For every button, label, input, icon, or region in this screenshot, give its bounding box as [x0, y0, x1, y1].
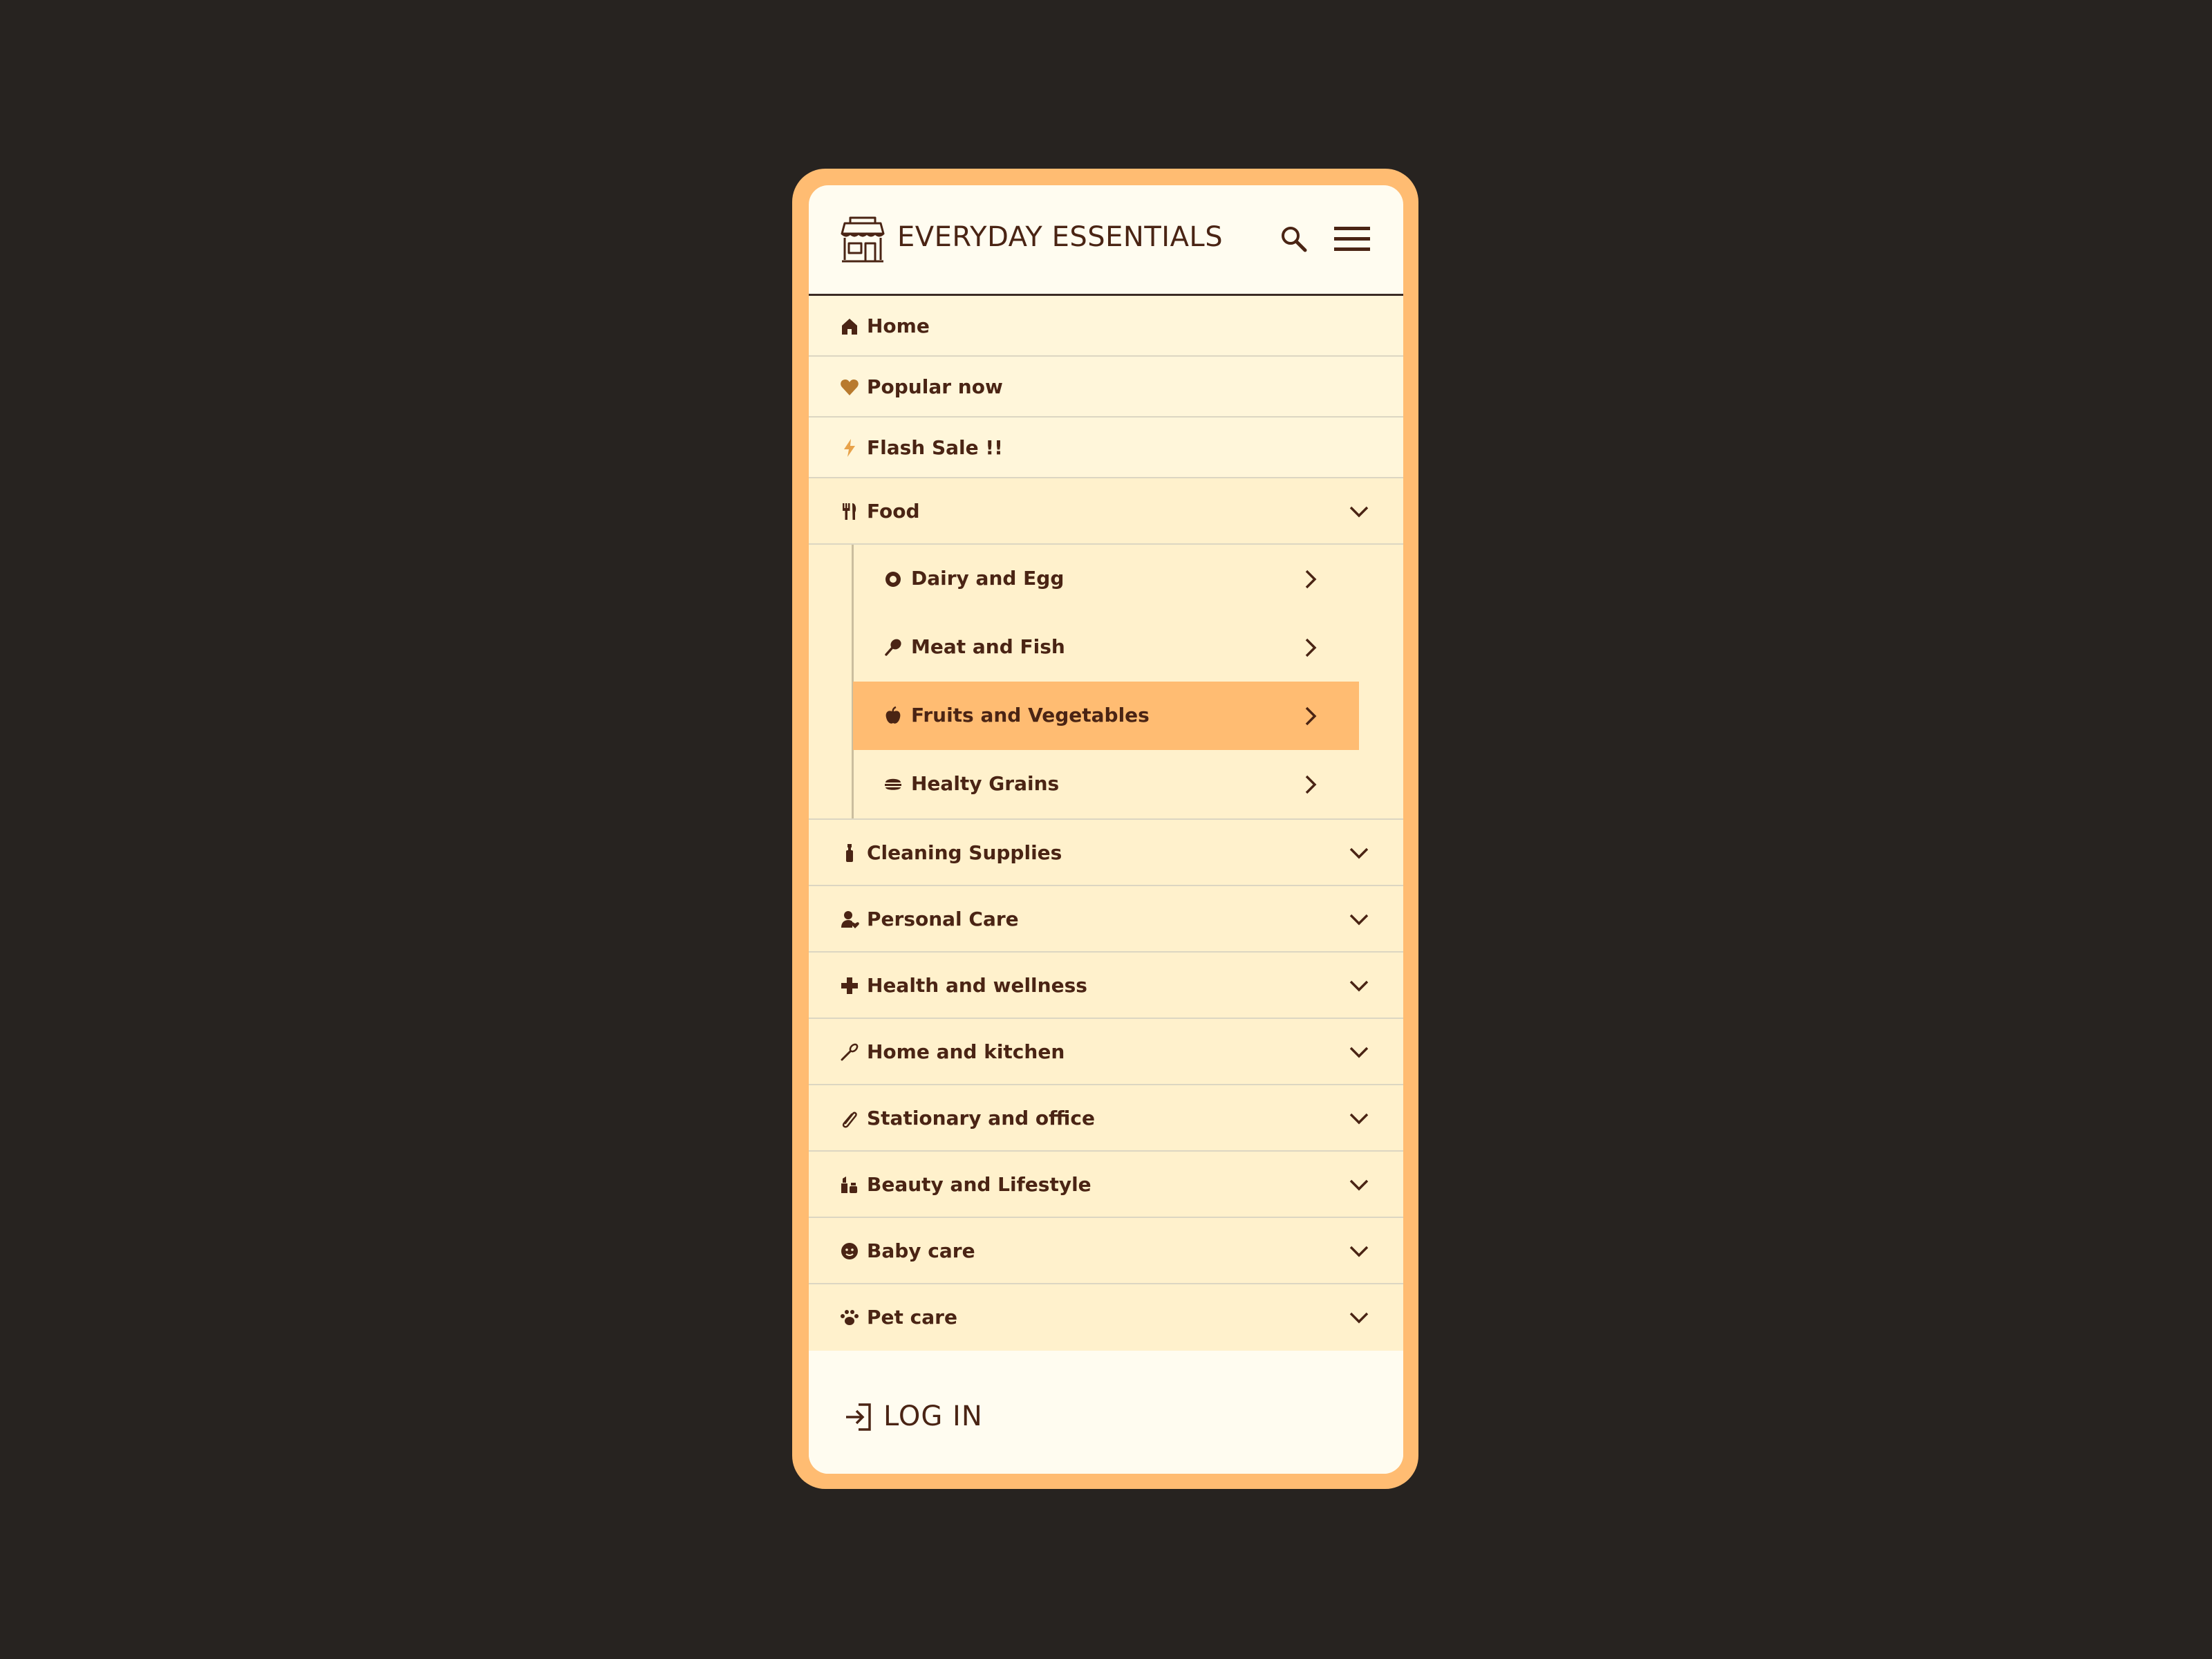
subitem-healty-grains[interactable]: Healty Grains [853, 750, 1359, 818]
chevron-down-icon[interactable] [1348, 976, 1370, 995]
chevron-down-icon[interactable] [1348, 502, 1370, 521]
chevron-right-icon[interactable] [1302, 568, 1319, 590]
utensils-icon [843, 503, 856, 520]
phone-frame: EVERYDAY ESSENTIALS Home Popular now Fla… [792, 169, 1418, 1489]
chevron-right-icon[interactable] [1302, 705, 1319, 727]
paperclip-icon [842, 1112, 857, 1128]
login-icon[interactable] [843, 1402, 874, 1432]
nav-category-label: Health and wellness [867, 974, 1087, 997]
paw-icon [841, 1310, 859, 1325]
lipstick-icon [841, 1177, 857, 1193]
navigation-menu: Home Popular now Flash Sale !! Food Dair… [809, 296, 1403, 1351]
subitem-dairy-and-egg[interactable]: Dairy and Egg [853, 545, 1359, 613]
nav-category-label: Home and kitchen [867, 1040, 1065, 1063]
login-button[interactable]: LOG IN [883, 1400, 983, 1432]
nav-item-home[interactable]: Home [809, 296, 1403, 357]
brand-name: EVERYDAY ESSENTIALS [897, 221, 1224, 253]
burger-icon [885, 778, 901, 790]
subitem-label: Healty Grains [911, 772, 1060, 795]
nav-category-beauty-and-lifestyle[interactable]: Beauty and Lifestyle [809, 1152, 1403, 1218]
chevron-down-icon[interactable] [1348, 1241, 1370, 1261]
nav-category-label: Food [867, 500, 920, 523]
whisk-icon [841, 1043, 859, 1061]
apple-icon [885, 706, 901, 724]
nav-category-label: Stationary and office [867, 1107, 1095, 1130]
person-heart-icon [841, 911, 859, 928]
chevron-down-icon[interactable] [1348, 1109, 1370, 1128]
nav-category-health-and-wellness[interactable]: Health and wellness [809, 953, 1403, 1019]
heart-icon [841, 379, 859, 395]
nav-category-label: Personal Care [867, 908, 1019, 930]
nav-category-home-and-kitchen[interactable]: Home and kitchen [809, 1019, 1403, 1085]
chevron-right-icon[interactable] [1302, 774, 1319, 796]
bolt-icon [844, 439, 855, 457]
nav-category-label: Beauty and Lifestyle [867, 1173, 1091, 1196]
nav-item-label: Home [867, 315, 930, 337]
nav-category-baby-care[interactable]: Baby care [809, 1218, 1403, 1284]
egg-icon [885, 572, 901, 587]
nav-item-label: Flash Sale !! [867, 436, 1003, 459]
subitem-label: Dairy and Egg [911, 567, 1065, 590]
app-header: EVERYDAY ESSENTIALS [809, 185, 1403, 296]
subitem-label: Fruits and Vegetables [911, 704, 1150, 727]
hamburger-menu-icon[interactable] [1334, 225, 1370, 253]
home-icon [842, 319, 857, 335]
chevron-down-icon[interactable] [1348, 1175, 1370, 1194]
nav-category-label: Pet care [867, 1306, 957, 1329]
nav-category-label: Cleaning Supplies [867, 841, 1062, 864]
nav-category-stationary-and-office[interactable]: Stationary and office [809, 1085, 1403, 1152]
baby-face-icon [841, 1243, 858, 1259]
login-footer: LOG IN [809, 1366, 1403, 1474]
chevron-right-icon[interactable] [1302, 637, 1319, 659]
search-icon[interactable] [1279, 224, 1311, 256]
subitem-fruits-and-vegetables[interactable]: Fruits and Vegetables [853, 682, 1359, 750]
food-submenu: Dairy and Egg Meat and Fish Fruits and V… [809, 545, 1403, 820]
chevron-down-icon[interactable] [1348, 843, 1370, 863]
subitem-label: Meat and Fish [911, 635, 1065, 658]
chevron-down-icon[interactable] [1348, 910, 1370, 929]
nav-item-flash-sale[interactable]: Flash Sale !! [809, 418, 1403, 478]
nav-category-food[interactable]: Food [809, 478, 1403, 545]
nav-category-label: Baby care [867, 1239, 975, 1262]
storefront-icon [841, 216, 885, 263]
chevron-down-icon[interactable] [1348, 1042, 1370, 1062]
nav-category-personal-care[interactable]: Personal Care [809, 886, 1403, 953]
nav-item-label: Popular now [867, 375, 1003, 398]
subitem-meat-and-fish[interactable]: Meat and Fish [853, 613, 1359, 682]
app-screen: EVERYDAY ESSENTIALS Home Popular now Fla… [809, 185, 1403, 1474]
nav-category-cleaning-supplies[interactable]: Cleaning Supplies [809, 820, 1403, 886]
spray-bottle-icon [846, 844, 853, 862]
drumstick-icon [885, 639, 901, 656]
medical-cross-icon [841, 977, 858, 994]
chevron-down-icon[interactable] [1348, 1308, 1370, 1327]
nav-item-popular-now[interactable]: Popular now [809, 357, 1403, 418]
nav-category-pet-care[interactable]: Pet care [809, 1284, 1403, 1351]
